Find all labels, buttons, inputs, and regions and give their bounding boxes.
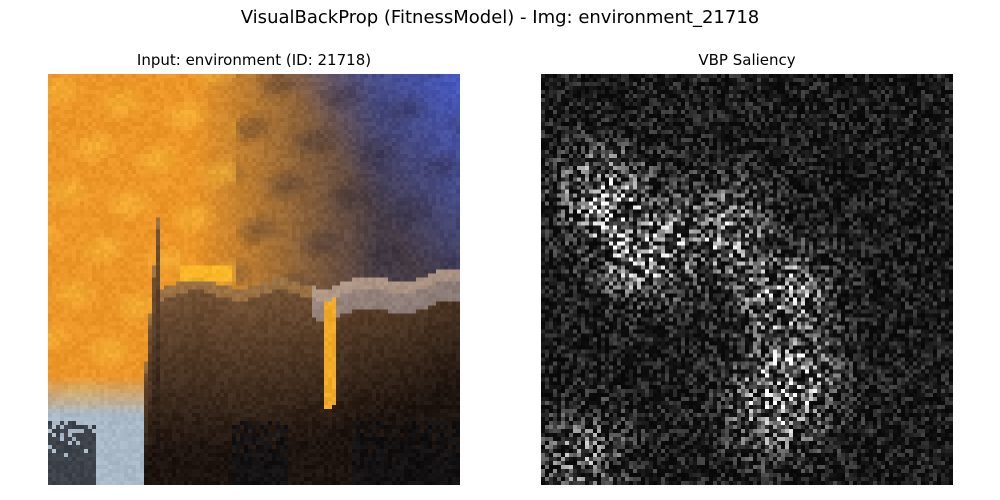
saliency-map-canvas [541, 74, 953, 485]
input-image [48, 74, 460, 485]
saliency-map-title: VBP Saliency [698, 51, 796, 69]
input-image-canvas [48, 74, 460, 485]
saliency-map [541, 74, 953, 485]
figure-title: VisualBackProp (FitnessModel) - Img: env… [240, 7, 760, 28]
input-image-title: Input: environment (ID: 21718) [136, 51, 372, 69]
